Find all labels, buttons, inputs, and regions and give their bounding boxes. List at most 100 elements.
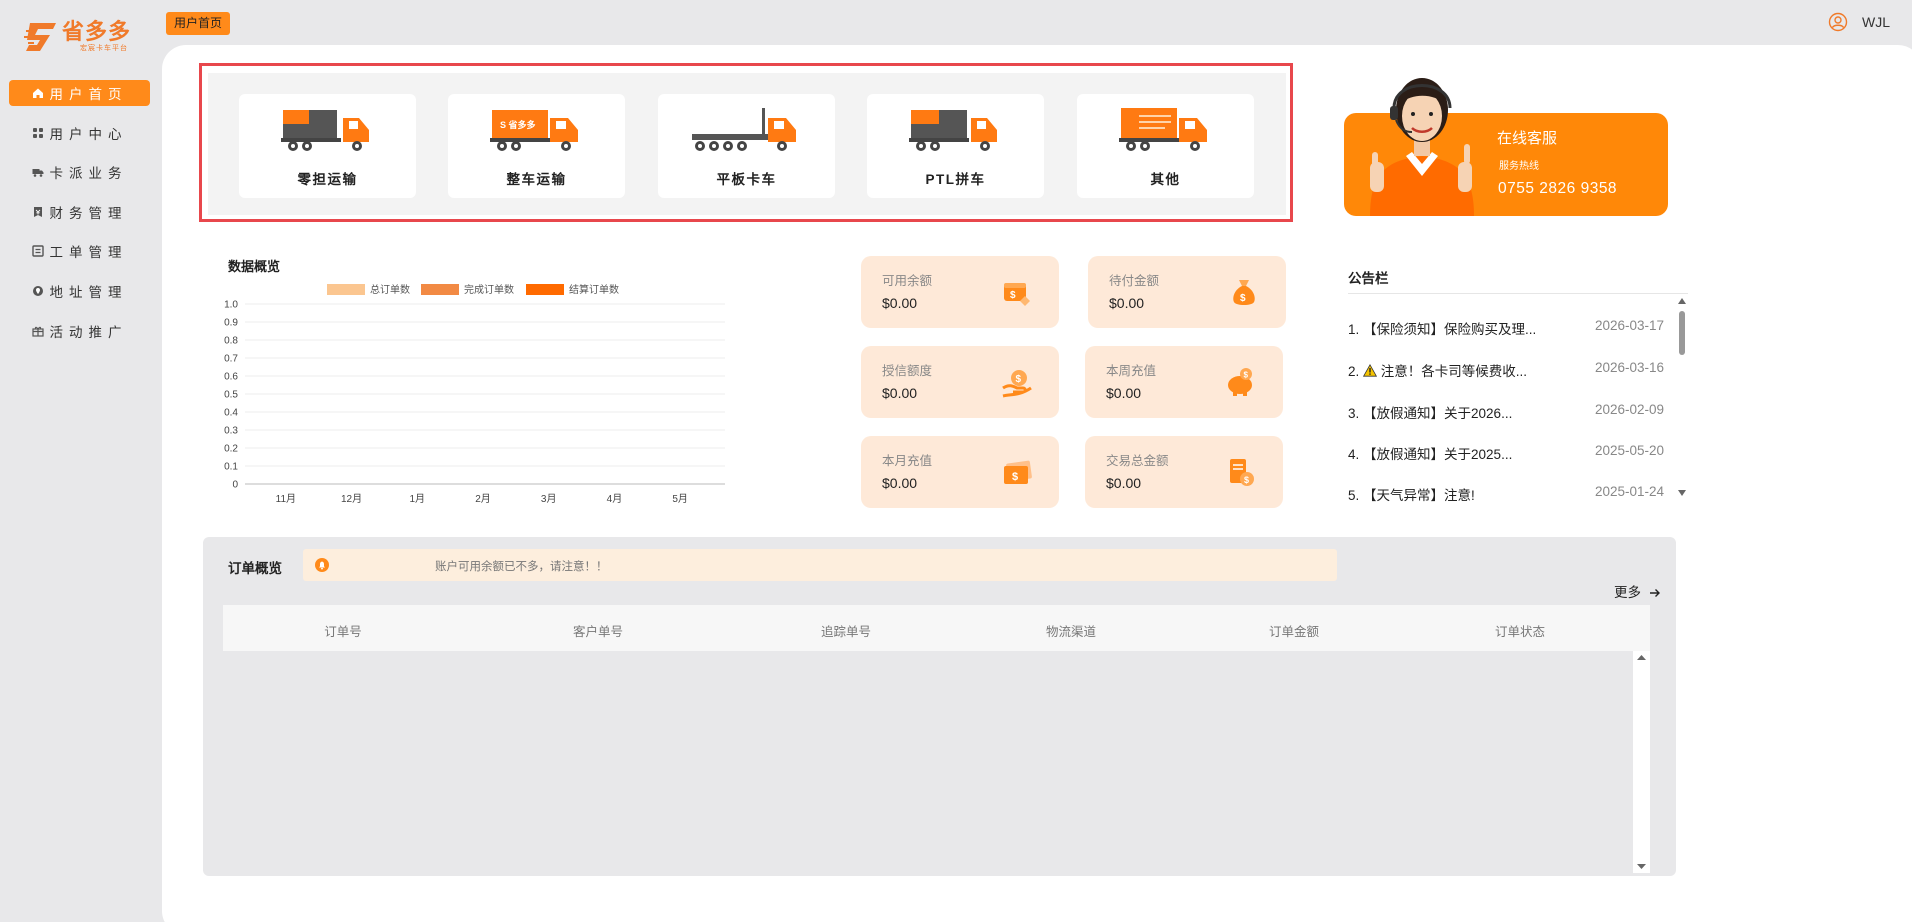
x-tick-label: 5月	[672, 493, 688, 505]
sidebar-nav: 用户首页 用户中心 卡派业务 财务管理 工单管理 地址管理 活动推广	[9, 80, 150, 357]
finance-icon	[32, 206, 44, 218]
notice-board-title: 公告栏	[1348, 271, 1389, 286]
notice-item[interactable]: 3. 【放假通知】关于2026... 2026-02-09	[1348, 402, 1664, 422]
notice-item[interactable]: 4. 【放假通知】关于2025... 2025-05-20	[1348, 443, 1664, 463]
x-tick-label: 12月	[341, 493, 362, 505]
notice-text: 【天气异常】注意!	[1363, 488, 1475, 503]
x-tick-label: 4月	[607, 493, 623, 505]
tab-home[interactable]: 用户首页	[166, 12, 231, 35]
svg-text:$: $	[1244, 475, 1249, 485]
ptl-truck-icon	[909, 110, 997, 151]
y-tick-label: 0.2	[224, 444, 238, 455]
x-tick-label: 11月	[276, 493, 296, 505]
svg-text:$: $	[1010, 290, 1016, 301]
transport-card-ftl[interactable]: S 省多多 整车运输	[448, 94, 625, 198]
transport-card-ptl[interactable]: PTL拼车	[867, 94, 1044, 198]
notice-date: 2025-01-24	[1594, 484, 1664, 499]
x-tick-label: 1月	[410, 493, 426, 505]
data-overview-chart: 总订单数 完成订单数 结算订单数 1.0 0.9 0.8 0.7 0.6 0.5 0.4 0.3 0.…	[224, 283, 725, 505]
sidebar-item-finance[interactable]: 财务管理	[9, 199, 150, 225]
arrow-right-icon	[1649, 589, 1660, 597]
notice-number: 4.	[1348, 447, 1360, 462]
orders-table-header: 订单号 客户单号 追踪单号 物流渠道 订单金额 订单状态	[223, 605, 1650, 651]
notice-scrollbar[interactable]	[1677, 296, 1687, 498]
notice-text: 注意！各卡司等候费收...	[1380, 364, 1528, 379]
stat-label: 授信额度	[882, 364, 933, 378]
column-header-logistics-channel[interactable]: 物流渠道	[1001, 621, 1141, 640]
sidebar-item-user-center[interactable]: 用户中心	[9, 120, 150, 146]
sidebar-item-address[interactable]: 地址管理	[9, 278, 150, 304]
svg-text:S 省多多: S 省多多	[500, 119, 536, 130]
truck-icon	[32, 166, 44, 178]
stat-card-total-transactions: 交易总金额 $0.00 $	[1085, 436, 1283, 508]
sidebar-item-truck-dispatch[interactable]: 卡派业务	[9, 159, 150, 185]
stat-card-weekly-recharge: 本周充值 $0.00 $	[1085, 346, 1283, 418]
y-tick-label: 0	[232, 480, 238, 491]
notice-item[interactable]: 5. 【天气异常】注意! 2025-01-24	[1348, 484, 1664, 504]
column-header-order-amount[interactable]: 订单金额	[1224, 621, 1364, 640]
grid-icon	[32, 127, 44, 139]
user-menu[interactable]: WJL	[1828, 12, 1890, 32]
notice-text: 【放假通知】关于2026...	[1363, 406, 1513, 421]
stat-value: $0.00	[882, 295, 918, 311]
stat-label: 交易总金额	[1106, 454, 1169, 468]
stat-label: 可用余额	[882, 274, 933, 288]
y-tick-label: 0.4	[224, 408, 238, 419]
notice-number: 3.	[1348, 406, 1360, 421]
transport-label: PTL拼车	[925, 172, 986, 187]
transport-card-ltl[interactable]: 零担运输	[239, 94, 416, 198]
legend-swatch	[421, 284, 459, 295]
legend-label: 完成订单数	[464, 283, 514, 296]
sidebar-item-home[interactable]: 用户首页	[9, 80, 150, 106]
stat-value: $0.00	[882, 475, 918, 491]
brand-logo[interactable]: 省多多 宏宸卡车平台	[24, 20, 140, 54]
transport-card-other[interactable]: 其他	[1077, 94, 1254, 198]
legend-swatch	[526, 284, 564, 295]
sidebar-item-label: 地址管理	[49, 284, 128, 300]
cash-ticket-icon: $	[1004, 460, 1032, 484]
sidebar-item-label: 活动推广	[49, 324, 128, 340]
notice-item[interactable]: 2. 注意！各卡司等候费收... 2026-03-16	[1348, 360, 1664, 380]
notice-date: 2026-02-09	[1594, 402, 1664, 417]
x-tick-label: 2月	[475, 493, 491, 505]
more-orders-link[interactable]: 更多	[1614, 581, 1661, 601]
y-tick-label: 1.0	[224, 300, 238, 311]
user-avatar-icon	[1828, 12, 1848, 32]
column-header-order-status[interactable]: 订单状态	[1450, 621, 1590, 640]
ftl-truck-icon: S 省多多	[490, 110, 578, 151]
y-tick-label: 0.8	[224, 336, 238, 347]
piggy-bank-icon: $	[1228, 368, 1252, 396]
sidebar-item-tickets[interactable]: 工单管理	[9, 238, 150, 264]
transport-label: 平板卡车	[716, 172, 777, 187]
stat-value: $0.00	[1106, 475, 1142, 491]
notice-number: 5.	[1348, 488, 1360, 503]
notice-item[interactable]: 1. 【保险须知】保险购买及理... 2026-03-17	[1348, 318, 1664, 338]
orders-table-scrollbar[interactable]	[1633, 651, 1650, 873]
customer-service-agent-icon	[1370, 78, 1474, 216]
stat-card-pending-payment: 待付金额 $0.00 $	[1088, 256, 1286, 328]
customer-service-title: 在线客服	[1497, 130, 1558, 147]
legend-label: 结算订单数	[569, 283, 619, 296]
box-truck-icon	[1119, 108, 1207, 151]
transport-card-flatbed[interactable]: 平板卡车	[658, 94, 835, 198]
transport-label: 零担运输	[297, 172, 358, 187]
sidebar-item-promotion[interactable]: 活动推广	[9, 318, 150, 344]
stat-card-credit-limit: 授信额度 $0.00 $	[861, 346, 1059, 418]
customer-service-phone: 0755 2826 9358	[1498, 180, 1618, 197]
column-header-tracking-no[interactable]: 追踪单号	[776, 621, 916, 640]
column-header-order-no[interactable]: 订单号	[273, 621, 413, 640]
legend-swatch	[327, 284, 365, 295]
legend-label: 总订单数	[370, 283, 410, 296]
stat-label: 待付金额	[1109, 274, 1160, 288]
sidebar-item-label: 用户中心	[49, 126, 128, 142]
ticket-icon	[31, 245, 44, 258]
svg-text:$: $	[1244, 371, 1249, 380]
sidebar: 省多多 宏宸卡车平台 用户首页 用户中心 卡派业务 财务管理 工单管理 地址管理	[0, 0, 160, 922]
stat-label: 本月充值	[882, 454, 933, 468]
location-icon	[32, 285, 44, 297]
sidebar-item-label: 财务管理	[49, 205, 128, 221]
column-header-customer-no[interactable]: 客户单号	[528, 621, 668, 640]
y-tick-label: 0.3	[224, 426, 238, 437]
logo-mark-icon	[24, 23, 56, 51]
orders-table-body	[223, 651, 1633, 873]
